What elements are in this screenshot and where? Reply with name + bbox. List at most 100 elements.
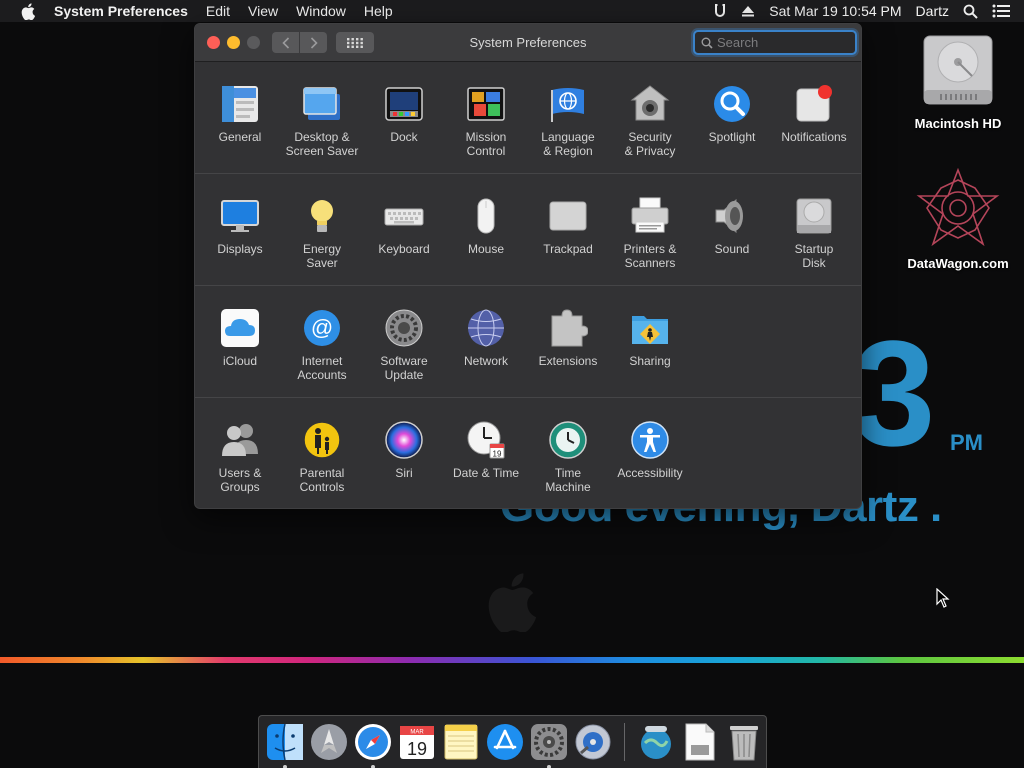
dock-notes[interactable] bbox=[439, 720, 483, 764]
pane-label: Printers & Scanners bbox=[623, 242, 677, 270]
desktop-icon-label: DataWagon.com bbox=[907, 256, 1009, 271]
menu-datetime[interactable]: Sat Mar 19 10:54 PM bbox=[769, 3, 901, 19]
pane-time-machine[interactable]: Time Machine bbox=[527, 398, 609, 494]
menu-app-name[interactable]: System Preferences bbox=[54, 3, 188, 19]
date-time-icon-day: 19 bbox=[493, 450, 502, 459]
system-preferences-window: System Preferences General Desktop & Scr… bbox=[194, 23, 862, 509]
pane-icloud[interactable]: iCloud bbox=[199, 286, 281, 368]
parental-controls-icon bbox=[302, 420, 342, 460]
pane-accessibility[interactable]: Accessibility bbox=[609, 398, 691, 480]
desktop-screensaver-icon bbox=[302, 84, 342, 124]
pane-label: Parental Controls bbox=[299, 466, 345, 494]
sound-icon bbox=[712, 196, 752, 236]
menu-extra-icon[interactable] bbox=[713, 3, 727, 19]
pane-label: Dock bbox=[390, 130, 418, 144]
mouse-icon bbox=[466, 196, 506, 236]
pane-startup-disk[interactable]: Startup Disk bbox=[773, 174, 855, 270]
pane-label: iCloud bbox=[222, 354, 258, 368]
desktop-clock-ampm: PM bbox=[950, 430, 983, 455]
pane-row: iCloud @ Internet Accounts Software Upda… bbox=[195, 286, 861, 398]
finder-icon bbox=[267, 723, 303, 761]
apple-menu-icon[interactable] bbox=[18, 1, 38, 21]
wallpaper-apple-icon bbox=[486, 572, 537, 637]
printers-scanners-icon bbox=[630, 196, 670, 236]
pane-sound[interactable]: Sound bbox=[691, 174, 773, 256]
spotlight-icon bbox=[712, 84, 752, 124]
dock-trash[interactable] bbox=[722, 720, 766, 764]
pane-keyboard[interactable]: Keyboard bbox=[363, 174, 445, 256]
language-region-icon bbox=[548, 84, 588, 124]
pane-spotlight[interactable]: Spotlight bbox=[691, 62, 773, 144]
notification-center-icon[interactable] bbox=[992, 4, 1010, 18]
search-icon bbox=[701, 37, 713, 49]
pane-dock[interactable]: Dock bbox=[363, 62, 445, 144]
pane-language-region[interactable]: Language & Region bbox=[527, 62, 609, 158]
pane-energy-saver[interactable]: Energy Saver bbox=[281, 174, 363, 270]
pane-printers-scanners[interactable]: Printers & Scanners bbox=[609, 174, 691, 270]
pane-siri[interactable]: Siri bbox=[363, 398, 445, 480]
pane-label: Sharing bbox=[629, 354, 671, 368]
menu-help[interactable]: Help bbox=[364, 3, 393, 19]
menu-view[interactable]: View bbox=[248, 3, 278, 19]
dock-preview-document[interactable] bbox=[678, 720, 722, 764]
trash-icon bbox=[730, 726, 758, 761]
disk-utility-icon bbox=[575, 724, 611, 760]
calendar-day: 19 bbox=[407, 739, 427, 759]
pane-label: Date & Time bbox=[452, 466, 520, 480]
eject-icon[interactable] bbox=[741, 4, 755, 18]
menu-edit[interactable]: Edit bbox=[206, 3, 230, 19]
search-field[interactable] bbox=[693, 30, 857, 55]
dock-disk-utility[interactable] bbox=[571, 720, 615, 764]
dock-system-preferences[interactable] bbox=[527, 720, 571, 768]
pane-row: General Desktop & Screen Saver Dock Miss… bbox=[195, 62, 861, 174]
dock-launchpad[interactable] bbox=[307, 720, 351, 764]
window-titlebar[interactable]: System Preferences bbox=[195, 24, 861, 62]
dock-calendar[interactable]: MAR 19 bbox=[395, 720, 439, 764]
preview-document-icon bbox=[685, 723, 715, 761]
trackpad-icon bbox=[548, 196, 588, 236]
system-preferences-icon bbox=[531, 724, 567, 760]
mouse-cursor-icon bbox=[936, 587, 950, 613]
pane-label: Internet Accounts bbox=[297, 354, 347, 382]
desktop-icon-datawagon[interactable]: DataWagon.com bbox=[903, 168, 1013, 271]
pane-general[interactable]: General bbox=[199, 62, 281, 144]
pane-mission-control[interactable]: Mission Control bbox=[445, 62, 527, 158]
keyboard-icon bbox=[384, 196, 424, 236]
calendar-icon: MAR 19 bbox=[400, 726, 434, 759]
menu-bar: System Preferences Edit View Window Help… bbox=[0, 0, 1024, 22]
spotlight-search-icon[interactable] bbox=[963, 4, 978, 19]
dock-app-store[interactable] bbox=[483, 720, 527, 764]
pane-software-update[interactable]: Software Update bbox=[363, 286, 445, 382]
security-privacy-icon bbox=[630, 84, 670, 124]
app-store-icon bbox=[487, 724, 523, 760]
pane-desktop-screen-saver[interactable]: Desktop & Screen Saver bbox=[281, 62, 363, 158]
pane-label: Desktop & Screen Saver bbox=[285, 130, 359, 158]
pane-notifications[interactable]: Notifications bbox=[773, 62, 855, 144]
pane-label: Energy Saver bbox=[302, 242, 342, 270]
search-input[interactable] bbox=[717, 35, 847, 50]
desktop-icon-macintosh-hd[interactable]: Macintosh HD bbox=[903, 32, 1013, 131]
dock-finder[interactable] bbox=[263, 720, 307, 768]
pane-internet-accounts[interactable]: @ Internet Accounts bbox=[281, 286, 363, 382]
pane-parental-controls[interactable]: Parental Controls bbox=[281, 398, 363, 494]
pane-label: Startup Disk bbox=[794, 242, 834, 270]
pane-label: Sound bbox=[714, 242, 750, 256]
pane-date-time[interactable]: 19 Date & Time bbox=[445, 398, 527, 480]
pane-row: Users & Groups Parental Controls Siri 19… bbox=[195, 398, 861, 508]
energy-saver-icon bbox=[302, 196, 342, 236]
dock-network-globe[interactable] bbox=[634, 720, 678, 764]
pane-extensions[interactable]: Extensions bbox=[527, 286, 609, 368]
menu-window[interactable]: Window bbox=[296, 3, 346, 19]
pane-network[interactable]: Network bbox=[445, 286, 527, 368]
pane-trackpad[interactable]: Trackpad bbox=[527, 174, 609, 256]
startup-disk-icon bbox=[794, 196, 834, 236]
pane-mouse[interactable]: Mouse bbox=[445, 174, 527, 256]
pane-users-groups[interactable]: Users & Groups bbox=[199, 398, 281, 494]
pane-security-privacy[interactable]: Security & Privacy bbox=[609, 62, 691, 158]
pane-label: Network bbox=[463, 354, 508, 368]
dock-safari[interactable] bbox=[351, 720, 395, 768]
pane-sharing[interactable]: Sharing bbox=[609, 286, 691, 368]
software-update-icon bbox=[384, 308, 424, 348]
menu-user[interactable]: Dartz bbox=[916, 3, 949, 19]
pane-displays[interactable]: Displays bbox=[199, 174, 281, 256]
